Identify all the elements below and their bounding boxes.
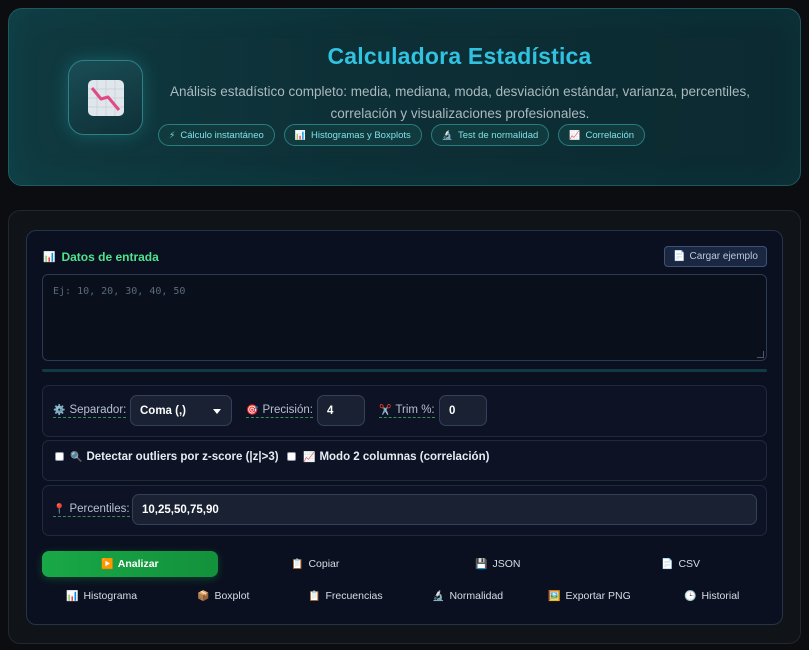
clipboard-icon: 📋 <box>291 558 304 570</box>
badge-normality: 🔬 Test de normalidad <box>430 124 550 146</box>
boxplot-button[interactable]: 📦 Boxplot <box>197 590 249 602</box>
scissors-icon: ✂️ <box>379 404 392 416</box>
lightning-icon: ⚡ <box>169 129 176 140</box>
chevron-down-icon <box>213 409 221 414</box>
pin-icon: 📍 <box>53 503 66 515</box>
copy-button[interactable]: 📋 Copiar <box>291 558 339 570</box>
histogram-button[interactable]: 📊 Histograma <box>66 590 137 602</box>
badge-correlation: 📈 Correlación <box>558 124 646 146</box>
play-icon: ▶️ <box>101 558 114 570</box>
feature-badges: ⚡ Cálculo instantáneo 📊 Histogramas y Boxp… <box>158 124 646 146</box>
target-icon: 🎯 <box>246 404 259 416</box>
load-example-button[interactable]: 📄 Cargar ejemplo <box>664 246 767 267</box>
divider <box>42 369 767 372</box>
gear-icon: ⚙️ <box>53 404 66 416</box>
badge-histograms: 📊 Histogramas y Boxplots <box>283 124 422 146</box>
clipboard-icon: 📋 <box>308 590 321 602</box>
chart-increasing-icon: 📈 <box>569 129 581 140</box>
separator-select[interactable]: Coma (,) <box>130 395 232 426</box>
precision-input[interactable]: 4 <box>317 395 365 426</box>
badge-instant: ⚡ Cálculo instantáneo <box>158 124 275 146</box>
bar-chart-icon: 📊 <box>66 590 79 602</box>
separator-label: ⚙️ Separador: <box>53 404 127 418</box>
bar-chart-icon: 📊 <box>294 129 306 140</box>
resize-handle[interactable] <box>757 351 764 358</box>
two-columns-checkbox[interactable] <box>287 452 296 461</box>
header-banner: Calculadora Estadística Análisis estadís… <box>8 8 801 186</box>
data-input-placeholder: Ej: 10, 20, 30, 40, 50 <box>53 286 186 297</box>
document-icon: 📄 <box>661 558 674 570</box>
outliers-label: 🔍 Detectar outliers por z-score (|z|>3) <box>70 451 279 463</box>
chart-decreasing-icon <box>68 60 143 135</box>
percentiles-label: 📍 Percentiles: <box>53 503 130 517</box>
percentiles-input[interactable]: 10,25,50,75,90 <box>132 494 757 525</box>
clock-icon: 🕒 <box>684 590 697 602</box>
trim-label: ✂️ Trim %: <box>379 404 435 418</box>
image-icon: 🖼️ <box>548 590 561 602</box>
analyze-button[interactable]: ▶️ Analizar <box>42 551 218 577</box>
two-columns-label: 📈 Modo 2 columnas (correlación) <box>303 451 490 463</box>
normality-button[interactable]: 🔬 Normalidad <box>432 590 503 602</box>
document-icon: 📄 <box>673 251 686 262</box>
package-icon: 📦 <box>197 590 210 602</box>
history-button[interactable]: 🕒 Historial <box>684 590 739 602</box>
page-subtitle: Análisis estadístico completo: media, me… <box>169 84 751 121</box>
page-title: Calculadora Estadística <box>327 43 592 69</box>
export-png-button[interactable]: 🖼️ Exportar PNG <box>548 590 631 602</box>
chart-increasing-icon: 📈 <box>303 451 316 463</box>
input-label: 📊 Datos de entrada <box>43 250 159 264</box>
microscope-icon: 🔬 <box>432 590 445 602</box>
json-button[interactable]: 💾 JSON <box>475 558 520 570</box>
csv-button[interactable]: 📄 CSV <box>661 558 700 570</box>
microscope-icon: 🔬 <box>441 129 454 140</box>
data-input[interactable]: Ej: 10, 20, 30, 40, 50 <box>42 274 767 361</box>
bar-chart-icon: 📊 <box>43 251 56 263</box>
magnifier-icon: 🔍 <box>70 451 83 463</box>
frequencies-button[interactable]: 📋 Frecuencias <box>308 590 383 602</box>
floppy-disk-icon: 💾 <box>475 558 488 570</box>
outliers-checkbox[interactable] <box>55 452 64 461</box>
trim-input[interactable]: 0 <box>439 395 487 426</box>
precision-label: 🎯 Precisión: <box>246 404 313 418</box>
